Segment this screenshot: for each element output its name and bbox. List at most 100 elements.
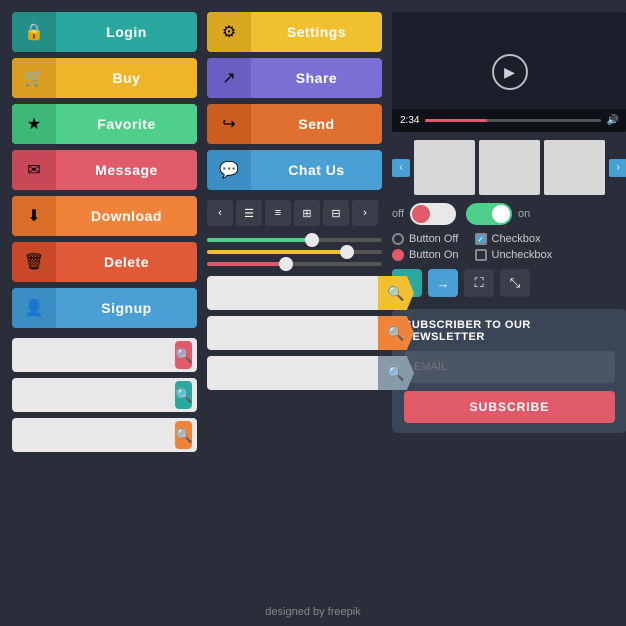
search-input-2[interactable] bbox=[20, 388, 175, 402]
arrow-search-bar-3: 🔍 bbox=[207, 356, 382, 390]
slider-thumb-green[interactable] bbox=[305, 233, 319, 247]
search-bar-2: 🔍 bbox=[12, 378, 197, 412]
slider-track-red bbox=[207, 262, 382, 266]
radio-off-dot bbox=[392, 233, 404, 245]
toggle-off-thumb bbox=[412, 205, 430, 223]
share-icon: ↗ bbox=[207, 58, 251, 98]
video-controls: 2:34 🔊 bbox=[392, 109, 626, 132]
search-button-1[interactable]: 🔍 bbox=[175, 341, 192, 369]
send-label: Send bbox=[251, 116, 382, 132]
next-page-button[interactable]: › bbox=[352, 200, 378, 226]
video-time: 2:34 bbox=[400, 115, 419, 126]
send-button[interactable]: ↪ Send bbox=[207, 104, 382, 144]
buy-button[interactable]: 🛒 Buy bbox=[12, 58, 197, 98]
list-view-2-button[interactable]: ≡ bbox=[265, 200, 291, 226]
list-view-1-button[interactable]: ☰ bbox=[236, 200, 262, 226]
slider-thumb-red[interactable] bbox=[279, 257, 293, 271]
main-container: 🔒 Login 🛒 Buy ★ Favorite ✉ Message ⬇ Dow… bbox=[0, 0, 626, 626]
star-icon: ★ bbox=[12, 104, 56, 144]
thumb-prev-button[interactable]: ‹ bbox=[392, 159, 410, 177]
message-label: Message bbox=[56, 162, 197, 178]
slider-fill-yellow bbox=[207, 250, 347, 254]
nav-arrows: ← → ⛶ ⤡ bbox=[392, 269, 626, 297]
radio-on-item[interactable]: Button On bbox=[392, 249, 459, 261]
lock-icon: 🔒 bbox=[12, 12, 56, 52]
search-button-2[interactable]: 🔍 bbox=[175, 381, 192, 409]
thumbnail-strip: ‹ › bbox=[392, 140, 626, 195]
chat-label: Chat Us bbox=[251, 162, 382, 178]
cart-icon: 🛒 bbox=[12, 58, 56, 98]
radio-on-label: Button On bbox=[409, 249, 459, 261]
share-button[interactable]: ↗ Share bbox=[207, 58, 382, 98]
download-label: Download bbox=[56, 208, 197, 224]
subscribe-button[interactable]: SUBSCRIBE bbox=[404, 391, 615, 423]
checkbox-item[interactable]: ✓ Checkbox bbox=[475, 233, 553, 245]
checkbox-group: ✓ Checkbox Uncheckbox bbox=[475, 233, 553, 261]
uncheckbox-item[interactable]: Uncheckbox bbox=[475, 249, 553, 261]
message-button[interactable]: ✉ Message bbox=[12, 150, 197, 190]
thumbnail-3[interactable] bbox=[544, 140, 605, 195]
login-button[interactable]: 🔒 Login bbox=[12, 12, 197, 52]
video-progress-bar[interactable] bbox=[425, 119, 600, 122]
toggle-on-group: on bbox=[466, 203, 530, 225]
toggle-off-label: off bbox=[392, 208, 404, 220]
grid-view-1-button[interactable]: ⊞ bbox=[294, 200, 320, 226]
signup-button[interactable]: 👤 Signup bbox=[12, 288, 197, 328]
chat-button[interactable]: 💬 Chat Us bbox=[207, 150, 382, 190]
share-label: Share bbox=[251, 70, 382, 86]
chat-icon: 💬 bbox=[207, 150, 251, 190]
slider-thumb-yellow[interactable] bbox=[340, 245, 354, 259]
favorite-button[interactable]: ★ Favorite bbox=[12, 104, 197, 144]
toggle-on[interactable] bbox=[466, 203, 512, 225]
footer-text: designed by freepik bbox=[265, 606, 360, 618]
arrow-search-btn-1[interactable]: 🔍 bbox=[378, 276, 414, 310]
nav-compress-button[interactable]: ⤡ bbox=[500, 269, 530, 297]
trash-icon: 🗑 bbox=[12, 242, 56, 282]
arrow-search-input-2[interactable] bbox=[207, 326, 378, 340]
radio-on-dot bbox=[392, 249, 404, 261]
download-button[interactable]: ⬇ Download bbox=[12, 196, 197, 236]
radio-group: Button Off Button On bbox=[392, 233, 459, 261]
video-progress-fill bbox=[425, 119, 486, 122]
arrow-search-btn-3[interactable]: 🔍 bbox=[378, 356, 414, 390]
search-input-3[interactable] bbox=[20, 428, 175, 442]
checkbox-unchecked bbox=[475, 249, 487, 261]
thumb-next-button[interactable]: › bbox=[609, 159, 626, 177]
login-label: Login bbox=[56, 24, 197, 40]
favorite-label: Favorite bbox=[56, 116, 197, 132]
prev-page-button[interactable]: ‹ bbox=[207, 200, 233, 226]
arrow-search-input-1[interactable] bbox=[207, 286, 378, 300]
sliders-section bbox=[207, 238, 382, 266]
search-button-3[interactable]: 🔍 bbox=[175, 421, 192, 449]
middle-column: ⚙ Settings ↗ Share ↪ Send 💬 Chat Us ‹ ☰ … bbox=[207, 12, 382, 614]
nav-expand-button[interactable]: ⛶ bbox=[464, 269, 494, 297]
arrow-search-input-3[interactable] bbox=[207, 366, 378, 380]
toggle-on-label: on bbox=[518, 208, 530, 220]
grid-view-2-button[interactable]: ⊟ bbox=[323, 200, 349, 226]
thumbnail-2[interactable] bbox=[479, 140, 540, 195]
newsletter-section: SUBSCRIBER TO OUR NEWSLETTER SUBSCRIBE bbox=[392, 309, 626, 433]
toggles-section: off on bbox=[392, 203, 626, 225]
slider-green bbox=[207, 238, 382, 242]
radio-off-item[interactable]: Button Off bbox=[392, 233, 459, 245]
play-button[interactable]: ▶ bbox=[492, 54, 528, 90]
video-volume: 🔊 bbox=[607, 115, 619, 126]
thumbnail-1[interactable] bbox=[414, 140, 475, 195]
slider-track-green bbox=[207, 238, 382, 242]
search-bars-left: 🔍 🔍 🔍 bbox=[12, 338, 197, 452]
arrow-search-bars: 🔍 🔍 🔍 bbox=[207, 276, 382, 390]
toggle-off-group: off bbox=[392, 203, 456, 225]
search-input-1[interactable] bbox=[20, 348, 175, 362]
mail-icon: ✉ bbox=[12, 150, 56, 190]
arrow-search-btn-2[interactable]: 🔍 bbox=[378, 316, 414, 350]
nav-right-button[interactable]: → bbox=[428, 269, 458, 297]
slider-red bbox=[207, 262, 382, 266]
settings-label: Settings bbox=[251, 24, 382, 40]
toggle-off[interactable] bbox=[410, 203, 456, 225]
delete-button[interactable]: 🗑 Delete bbox=[12, 242, 197, 282]
arrow-search-bar-1: 🔍 bbox=[207, 276, 382, 310]
newsletter-email-input[interactable] bbox=[404, 351, 615, 383]
settings-button[interactable]: ⚙ Settings bbox=[207, 12, 382, 52]
video-player: ▶ 2:34 🔊 bbox=[392, 12, 626, 132]
uncheckbox-label: Uncheckbox bbox=[492, 249, 553, 261]
